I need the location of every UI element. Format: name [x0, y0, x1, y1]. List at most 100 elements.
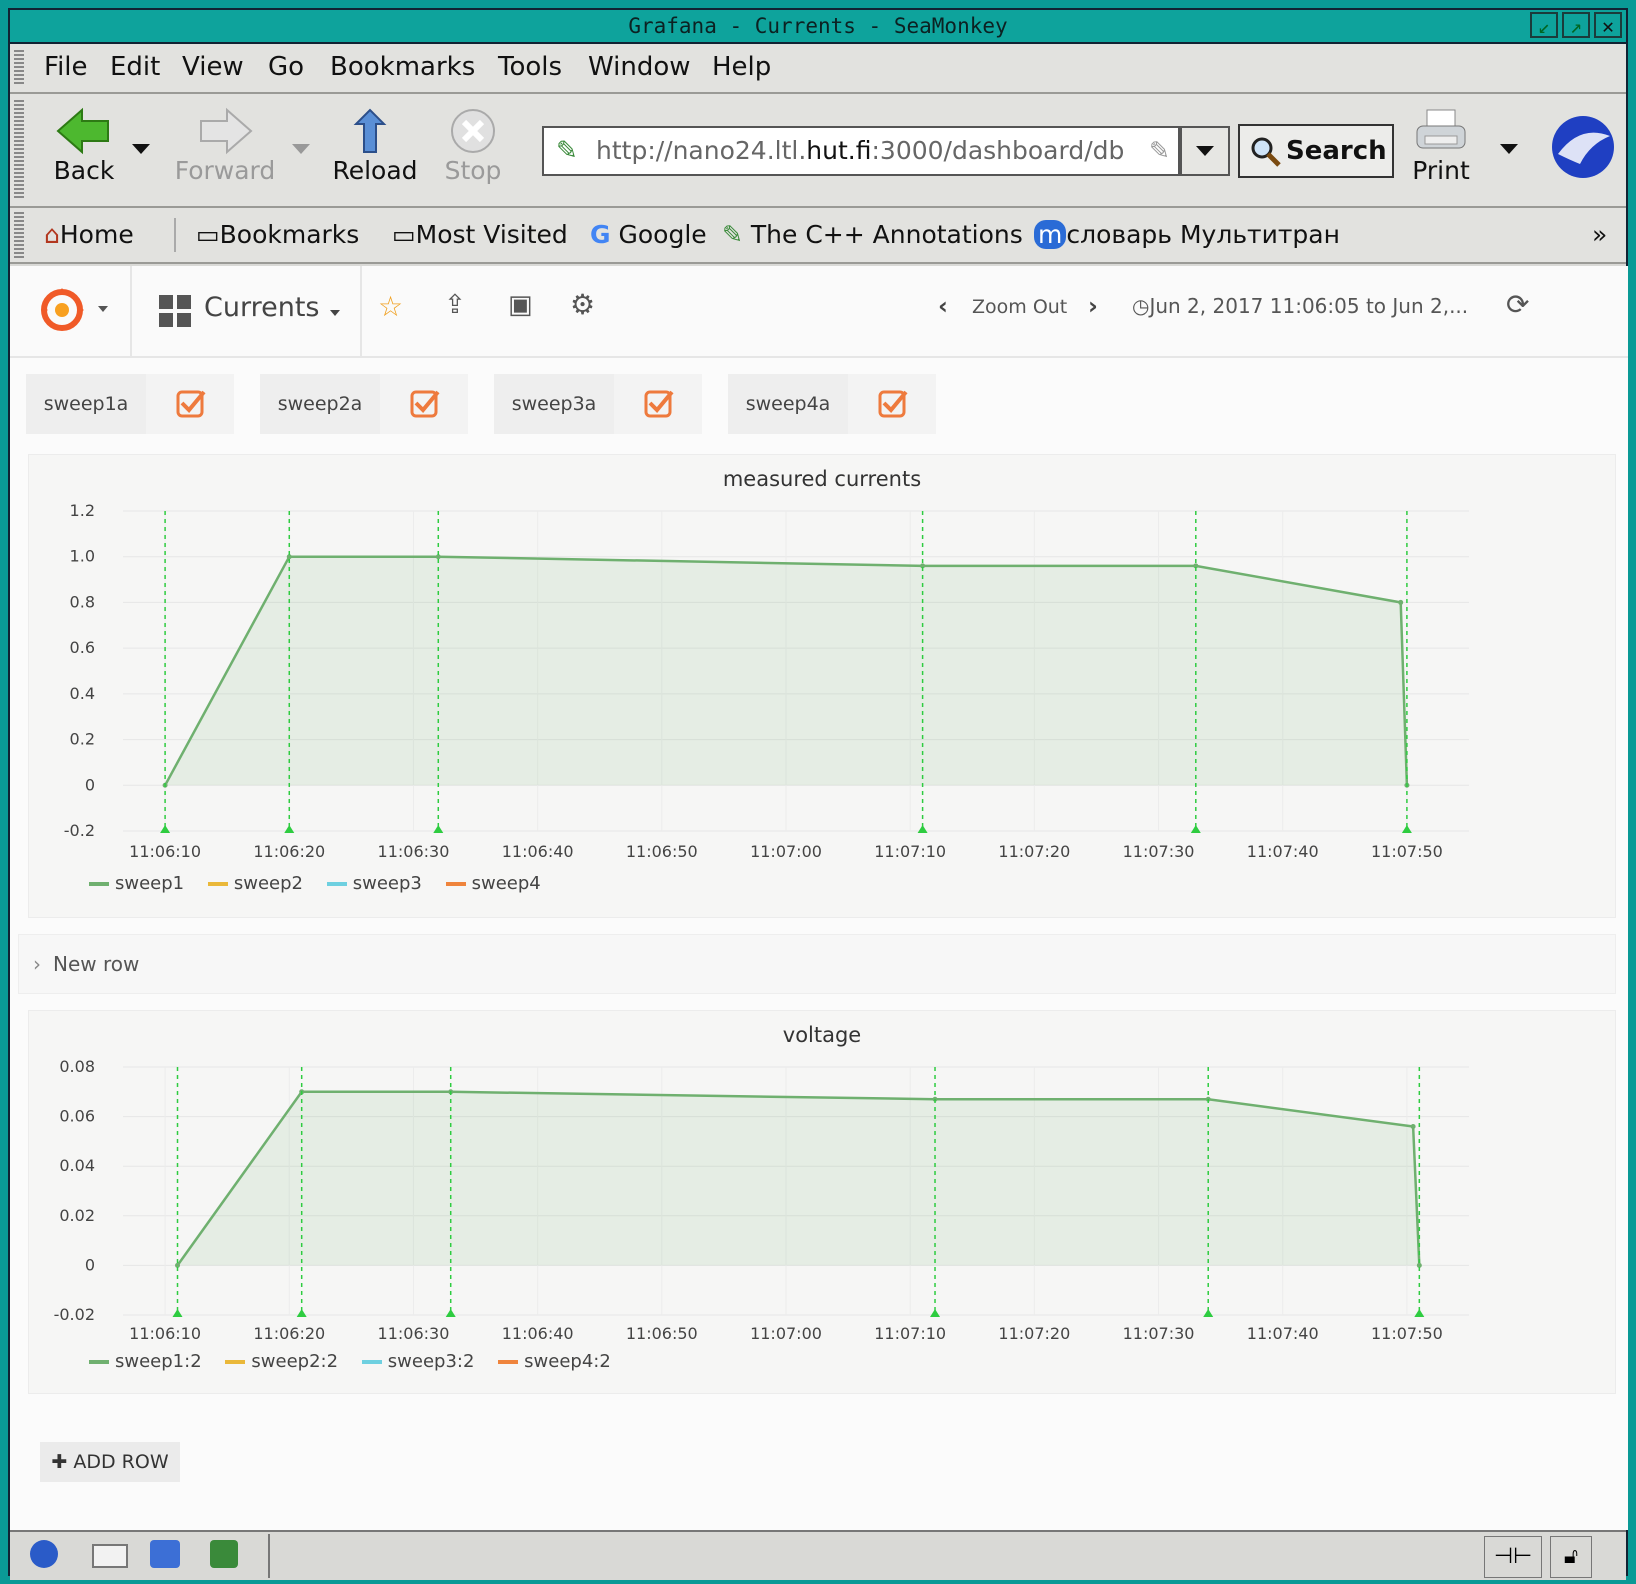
page-proxy-icon[interactable]: ✎ — [556, 128, 578, 174]
bookmark-google[interactable]: G Google — [590, 220, 707, 249]
time-back-icon[interactable]: ‹ — [938, 292, 948, 320]
legend-item-sweep4-2[interactable]: sweep4:2 — [498, 1351, 611, 1372]
template-var-checkbox[interactable] — [380, 374, 468, 434]
menu-bookmarks[interactable]: Bookmarks — [330, 52, 475, 82]
collapsed-row[interactable]: › New row — [18, 934, 1616, 994]
back-button[interactable]: Back — [44, 106, 124, 185]
add-row-button[interactable]: ✚ ADD ROW — [40, 1442, 180, 1482]
bookmark-home[interactable]: ⌂Home — [44, 220, 134, 249]
composer-icon[interactable] — [150, 1540, 180, 1568]
stop-button[interactable]: Stop — [438, 106, 508, 185]
annotation-marker[interactable] — [1401, 825, 1412, 833]
chart-legend: sweep1 sweep2 sweep3 sweep4 — [89, 873, 559, 894]
graph-panel-currents[interactable]: measured currents 1.2 1.0 0.8 0.6 0.4 0.2 0 -0.… — [28, 454, 1616, 918]
legend-item-sweep3-2[interactable]: sweep3:2 — [361, 1351, 474, 1372]
toolbar-grip[interactable] — [14, 50, 24, 86]
bookmark-cpp-annotations[interactable]: ✎ The C++ Annotations — [722, 220, 1023, 249]
url-input[interactable]: ✎ http://nano24.ltl.hut.fi:3000/dashboar… — [542, 126, 1180, 176]
addressbook-icon[interactable] — [210, 1540, 238, 1568]
grafana-menu-button[interactable] — [10, 266, 132, 356]
annotation-marker[interactable] — [296, 1309, 307, 1317]
seamonkey-logo-icon[interactable] — [1550, 114, 1616, 180]
menu-window[interactable]: Window — [588, 52, 691, 82]
checkbox-checked-icon — [176, 390, 206, 418]
close-icon[interactable]: ✕ — [1594, 12, 1622, 38]
maximize-icon[interactable]: ↗ — [1562, 12, 1590, 38]
search-button[interactable]: Search — [1238, 124, 1394, 178]
legend-swatch — [326, 882, 347, 886]
forward-button[interactable]: Forward — [170, 106, 280, 185]
browser-globe-icon[interactable] — [30, 1540, 58, 1568]
legend-item-sweep1[interactable]: sweep1 — [89, 873, 184, 894]
toolbar-grip[interactable] — [14, 100, 24, 200]
bookmark-multitran[interactable]: m словарь Мультитран — [1034, 220, 1340, 249]
legend-item-sweep2-2[interactable]: sweep2:2 — [225, 1351, 338, 1372]
folder-icon: ▭ — [392, 220, 416, 249]
stop-icon — [451, 109, 495, 153]
bookmark-most-visited[interactable]: ▭Most Visited — [392, 220, 568, 249]
menu-go[interactable]: Go — [268, 52, 304, 82]
data-point[interactable] — [1410, 1124, 1416, 1130]
back-dropdown-icon[interactable] — [132, 144, 150, 154]
bookmarks-folder-label: Bookmarks — [219, 220, 360, 249]
most-visited-label: Most Visited — [415, 220, 568, 249]
dashboard-picker[interactable]: Currents — [132, 266, 362, 356]
annotation-marker[interactable] — [1190, 825, 1201, 833]
url-history-dropdown[interactable] — [1180, 126, 1230, 176]
star-icon[interactable]: ☆ — [378, 290, 403, 323]
chevron-down-icon — [1196, 146, 1214, 156]
reload-button[interactable]: Reload — [330, 106, 420, 185]
menu-tools[interactable]: Tools — [498, 52, 562, 82]
online-status-icon[interactable]: ⊣⊢ — [1484, 1536, 1542, 1578]
voltage-chart[interactable]: 0.08 0.06 0.04 0.02 0 -0.02 11:06:10 11:06:20 11… — [29, 1011, 1615, 1393]
annotation-marker[interactable] — [284, 825, 295, 833]
annotation-marker[interactable] — [160, 825, 171, 833]
annotation-marker[interactable] — [930, 1309, 941, 1317]
refresh-icon[interactable]: ⟳ — [1506, 288, 1529, 321]
add-row-label: ADD ROW — [73, 1451, 169, 1473]
annotation-marker[interactable] — [445, 1309, 456, 1317]
menu-help[interactable]: Help — [712, 52, 771, 82]
legend-item-sweep2[interactable]: sweep2 — [207, 873, 303, 894]
print-button[interactable]: Print — [1406, 106, 1476, 185]
window-title-bar[interactable]: Grafana - Currents - SeaMonkey ↙ ↗ ✕ — [10, 10, 1626, 44]
time-forward-icon[interactable]: › — [1088, 292, 1098, 320]
annotation-marker[interactable] — [172, 1309, 183, 1317]
share-icon[interactable]: ⇪ — [444, 290, 466, 320]
template-var-checkbox[interactable] — [146, 374, 234, 434]
bookmarks-overflow-button[interactable]: » — [1592, 220, 1607, 249]
annotation-marker[interactable] — [917, 825, 928, 833]
forward-dropdown-icon[interactable] — [292, 144, 310, 154]
x-tick-label: 11:06:10 — [129, 842, 201, 861]
toolbar-grip[interactable] — [14, 212, 24, 258]
settings-gear-icon[interactable]: ⚙ — [570, 288, 595, 321]
mail-icon[interactable] — [92, 1544, 128, 1568]
bookmark-pencil-icon: ✎ — [722, 220, 743, 249]
home-icon: ⌂ — [44, 220, 60, 249]
legend-item-sweep1-2[interactable]: sweep1:2 — [89, 1351, 202, 1372]
menu-view[interactable]: View — [182, 52, 244, 82]
save-icon[interactable]: ▣ — [508, 290, 533, 320]
forward-arrow-icon — [200, 107, 253, 155]
legend-item-sweep4[interactable]: sweep4 — [445, 873, 541, 894]
menu-edit[interactable]: Edit — [110, 52, 160, 82]
template-var-checkbox[interactable] — [614, 374, 702, 434]
currents-chart[interactable]: 1.2 1.0 0.8 0.6 0.4 0.2 0 -0.2 11:06:10 11:06:20 1… — [29, 455, 1615, 917]
annotation-marker[interactable] — [1414, 1309, 1425, 1317]
time-range-picker[interactable]: ◷Jun 2, 2017 11:06:05 to Jun 2,... — [1132, 294, 1468, 318]
legend-item-sweep3[interactable]: sweep3 — [326, 873, 422, 894]
bookmark-bookmarks-folder[interactable]: ▭Bookmarks — [196, 220, 359, 249]
template-var-checkbox[interactable] — [848, 374, 936, 434]
zoom-out-button[interactable]: Zoom Out — [972, 296, 1067, 318]
data-point[interactable] — [1398, 599, 1404, 605]
menu-file[interactable]: File — [44, 52, 88, 82]
annotation-marker[interactable] — [1203, 1309, 1214, 1317]
url-prefix: http://nano24.ltl. — [596, 136, 807, 165]
graph-panel-voltage[interactable]: voltage 0.08 0.06 0.04 0.02 0 -0.02 11:06:10 11… — [28, 1010, 1616, 1394]
chevron-right-icon: › — [33, 952, 41, 976]
security-lock-icon[interactable]: 🔓︎ — [1550, 1536, 1592, 1578]
annotation-marker[interactable] — [433, 825, 444, 833]
print-dropdown-icon[interactable] — [1500, 144, 1518, 154]
minimize-icon[interactable]: ↙ — [1530, 12, 1558, 38]
edit-bookmark-icon[interactable]: ✎ — [1149, 128, 1170, 174]
